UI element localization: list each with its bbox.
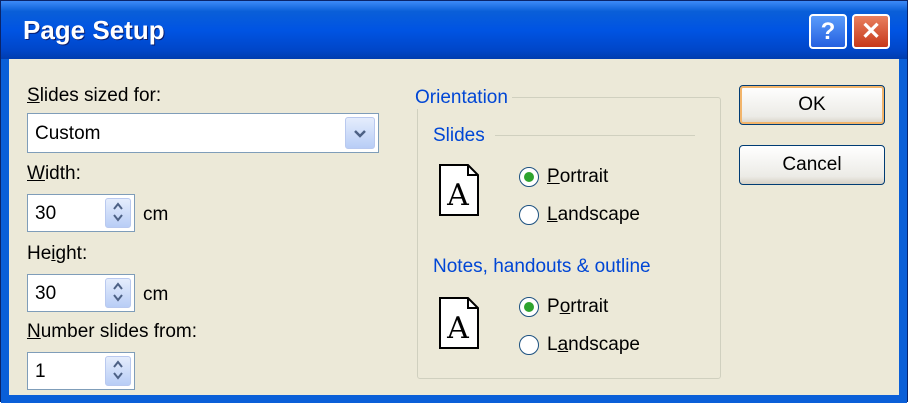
help-button[interactable]: ? [809,14,847,49]
notes-orientation-title: Notes, handouts & outline [433,256,655,278]
slides-landscape-label[interactable]: Landscape [547,204,640,226]
page-glyph-slides: A [446,178,469,213]
ok-button[interactable]: OK [739,85,885,125]
height-label: Height: [27,243,88,264]
height-unit: cm [143,284,169,305]
height-spin-arrows-icon[interactable] [105,278,131,308]
title-bar[interactable]: Page Setup ? ✕ [1,1,907,59]
number-slides-from-value: 1 [35,361,46,382]
slides-portrait-page-icon: A [439,164,479,216]
slides-portrait-radio[interactable] [519,167,539,187]
chevron-down-icon[interactable] [345,117,375,149]
window-frame-left [1,59,9,403]
number-slides-from-spinner[interactable]: 1 [27,352,135,390]
width-spinner[interactable]: 30 [27,194,135,232]
slides-orientation-title: Slides [433,125,485,146]
height-spinner[interactable]: 30 [27,274,135,312]
slides-sized-for-value: Custom [35,123,101,144]
slides-sized-for-label: Slides sized for: [27,85,162,106]
width-spin-arrows-icon[interactable] [105,198,131,228]
notes-landscape-radio[interactable] [519,335,539,355]
window-frame-right [899,59,907,403]
page-glyph-notes: A [446,311,469,346]
slides-sized-for-dropdown[interactable]: Custom [27,113,379,153]
slides-separator [495,135,695,136]
height-value: 30 [35,283,57,304]
width-unit: cm [143,204,169,225]
orientation-title: Orientation [411,87,512,109]
notes-portrait-label[interactable]: Portrait [547,296,608,318]
cancel-button[interactable]: Cancel [739,145,885,185]
notes-landscape-label[interactable]: Landscape [547,334,640,356]
slides-landscape-radio[interactable] [519,205,539,225]
number-slides-from-label: Number slides from: [27,321,198,342]
number-spin-arrows-icon[interactable] [105,356,131,386]
slides-portrait-label[interactable]: Portrait [547,166,608,188]
window-title: Page Setup [23,15,165,45]
page-setup-dialog: Page Setup ? ✕ Slides sized for: Custom … [0,0,908,403]
notes-portrait-page-icon: A [439,297,479,349]
width-value: 30 [35,203,57,224]
notes-portrait-radio[interactable] [519,297,539,317]
width-label: Width: [27,163,81,184]
close-button[interactable]: ✕ [852,14,890,49]
